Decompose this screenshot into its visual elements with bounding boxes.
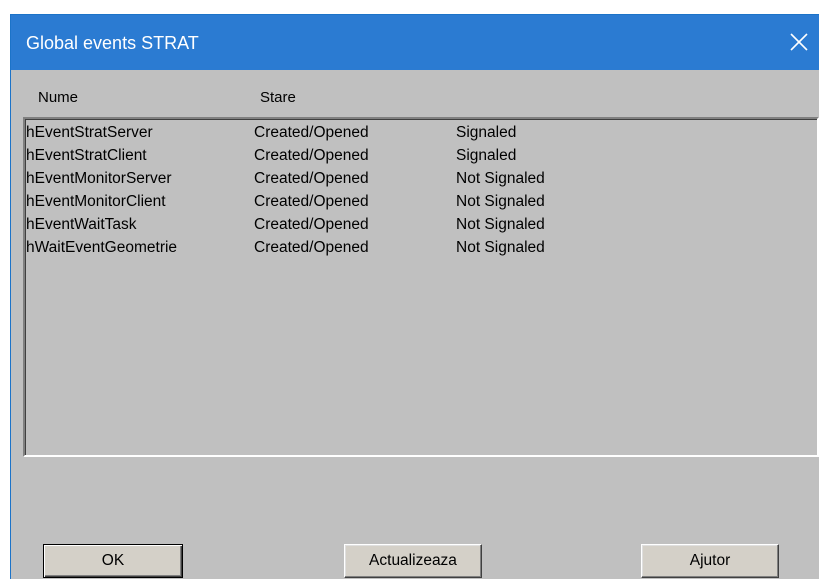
help-button[interactable]: Ajutor	[641, 544, 779, 578]
event-name: hEventStratClient	[26, 147, 147, 164]
column-header-state[interactable]: Stare	[260, 89, 296, 106]
event-name: hEventStratServer	[26, 124, 153, 141]
refresh-button[interactable]: Actualizeaza	[344, 544, 482, 578]
event-signal: Signaled	[456, 147, 517, 164]
event-state: Created/Opened	[254, 239, 369, 256]
ok-button[interactable]: OK	[43, 544, 183, 578]
close-icon	[790, 33, 808, 51]
event-signal: Not Signaled	[456, 216, 545, 233]
event-state: Created/Opened	[254, 170, 369, 187]
event-state: Created/Opened	[254, 147, 369, 164]
event-signal: Not Signaled	[456, 193, 545, 210]
event-state: Created/Opened	[254, 124, 369, 141]
event-name: hEventMonitorClient	[26, 193, 166, 210]
event-name: hEventMonitorServer	[26, 170, 172, 187]
global-events-dialog: Global events STRAT Nume Stare hEventStr…	[10, 14, 819, 579]
title-bar: Global events STRAT	[11, 15, 819, 70]
window-title: Global events STRAT	[26, 33, 199, 53]
event-signal: Signaled	[456, 124, 517, 141]
event-signal: Not Signaled	[456, 170, 545, 187]
event-state: Created/Opened	[254, 216, 369, 233]
close-button[interactable]	[779, 15, 819, 70]
event-state: Created/Opened	[254, 193, 369, 210]
column-header-name[interactable]: Nume	[38, 89, 78, 106]
events-listbox[interactable]: hEventStratServer Created/Opened Signale…	[23, 117, 819, 457]
event-name: hWaitEventGeometrie	[26, 239, 178, 256]
event-name: hEventWaitTask	[26, 216, 137, 233]
event-signal: Not Signaled	[456, 239, 545, 256]
